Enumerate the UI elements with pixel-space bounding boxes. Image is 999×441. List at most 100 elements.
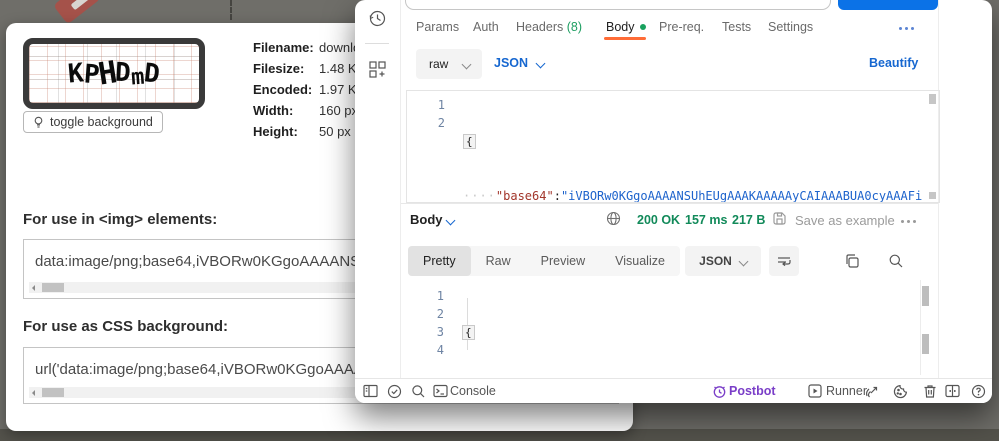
tab-prerequest[interactable]: Pre-req. [659,20,704,34]
tab-body[interactable]: Body [606,20,635,34]
captcha-text: KPHDmD [68,59,160,89]
meta-filesize: Filesize:1.48 K [253,61,357,77]
response-scrollbar-mark [922,334,929,354]
console-icon[interactable] [433,384,448,398]
meta-width: Width:160 px [253,103,358,119]
checklist-icon[interactable] [387,384,402,399]
history-icon[interactable] [368,9,387,28]
background-dashed-line [230,0,232,20]
runner-icon[interactable] [808,384,822,398]
response-more-options-icon[interactable] [901,220,916,223]
chevron-down-icon [536,58,546,68]
meta-width-label: Width: [253,103,319,119]
fold-marker-icon[interactable]: { [462,325,475,340]
meta-height: Height:50 px [253,124,351,140]
postbot-button[interactable]: Postbot [729,384,776,398]
left-icon-rail [355,0,401,378]
tab-auth[interactable]: Auth [473,20,499,34]
cookies-icon[interactable] [893,384,908,399]
request-code[interactable]: { ····"base64":"iVBORw0KGgoAAAANSUhEUgAA… [463,96,929,203]
globe-icon [606,211,621,226]
postman-window: Params Auth Headers (8) Body Pre-req. Te… [355,0,992,403]
request-scrollbar-mark [929,192,936,199]
search-response-icon[interactable] [888,253,904,269]
save-icon [772,211,787,226]
sidebar-toggle-icon[interactable] [363,384,378,398]
tab-params[interactable]: Params [416,20,459,34]
request-scrollbar-thumb[interactable] [929,94,936,104]
scroll-left-arrow-icon[interactable] [32,390,35,396]
response-language-label: JSON [699,254,732,268]
response-body-dropdown[interactable]: Body [410,212,443,227]
tab-tests[interactable]: Tests [722,20,751,34]
view-raw[interactable]: Raw [471,246,526,276]
request-body-editor[interactable]: 1 2 { ····"base64":"iVBORw0KGgoAAAANSUhE… [406,90,940,203]
capture-requests-icon[interactable] [864,384,879,399]
response-time[interactable]: 157 ms [685,213,727,227]
response-body-viewer[interactable]: 1 2 3 4 { "captcha": "KPHDmD", "status":… [406,282,918,374]
console-button[interactable]: Console [450,384,496,398]
tab-headers[interactable]: Headers (8) [516,20,582,34]
meta-filename-label: Filename: [253,40,319,56]
wrap-lines-button[interactable] [769,246,799,276]
toggle-background-button[interactable]: toggle background [23,111,163,133]
response-scrollbar-thumb[interactable] [922,286,929,306]
right-rail [938,0,992,378]
meta-encoded-label: Encoded: [253,82,319,98]
runner-button[interactable]: Runner [826,384,867,398]
hscroll-thumb[interactable] [42,388,64,397]
send-button[interactable] [838,0,938,10]
response-code[interactable]: { "captcha": "KPHDmD", "status": "succes… [462,287,635,374]
css-usage-heading: For use as CSS background: [23,318,228,335]
trash-icon[interactable] [923,384,937,399]
beautify-link[interactable]: Beautify [869,56,918,70]
screen: KPHDmD toggle background Filename:downlo… [0,0,999,441]
body-mode-label: raw [429,57,448,71]
response-status[interactable]: 200 OK [637,213,680,227]
scroll-left-arrow-icon[interactable] [32,285,35,291]
language-label: JSON [494,56,528,70]
chevron-down-icon [738,256,748,266]
meta-height-value: 50 px [319,124,351,139]
save-as-example-button[interactable]: Save as example [795,213,895,228]
meta-encoded-value: 1.97 K [319,82,357,97]
tab-settings[interactable]: Settings [768,20,813,34]
request-response-divider[interactable] [401,203,938,204]
url-input[interactable] [405,0,831,10]
meta-width-value: 160 px [319,103,358,118]
search-icon[interactable] [411,384,426,399]
meta-filesize-label: Filesize: [253,61,319,77]
more-options-icon[interactable] [899,27,914,30]
help-icon[interactable] [971,384,986,399]
copy-icon[interactable] [844,253,860,269]
body-mode-dropdown[interactable]: raw [416,49,482,79]
blocks-add-icon[interactable] [368,60,387,79]
response-size[interactable]: 217 B [732,213,765,227]
response-scrollbar-track[interactable] [920,280,921,375]
response-language-dropdown[interactable]: JSON [685,246,761,276]
response-line-numbers: 1 2 3 4 [406,287,444,359]
two-pane-icon[interactable] [945,384,960,398]
response-view-tabs: Pretty Raw Preview Visualize [408,246,680,276]
meta-filename: Filename:downlo [253,40,360,56]
postbot-icon[interactable] [712,384,727,399]
tab-headers-count: (8) [567,20,582,34]
tab-headers-label: Headers [516,20,563,34]
view-preview[interactable]: Preview [526,246,600,276]
img-usage-heading: For use in <img> elements: [23,211,217,228]
captcha-image: KPHDmD [23,38,205,109]
unsaved-dot-icon [640,24,646,30]
view-visualize[interactable]: Visualize [600,246,680,276]
meta-height-label: Height: [253,124,319,140]
toggle-background-label: toggle background [50,115,153,129]
fold-marker-icon[interactable]: { [463,134,476,149]
request-line-numbers: 1 2 [407,96,445,132]
active-tab-underline [604,37,646,40]
view-pretty[interactable]: Pretty [408,246,471,276]
status-toolbar: Console Postbot Runner [355,378,992,403]
language-dropdown[interactable]: JSON [494,56,544,70]
rail-divider [365,43,389,44]
hscroll-thumb[interactable] [42,283,64,292]
lightbulb-icon [33,116,44,129]
chevron-down-icon [446,216,456,226]
